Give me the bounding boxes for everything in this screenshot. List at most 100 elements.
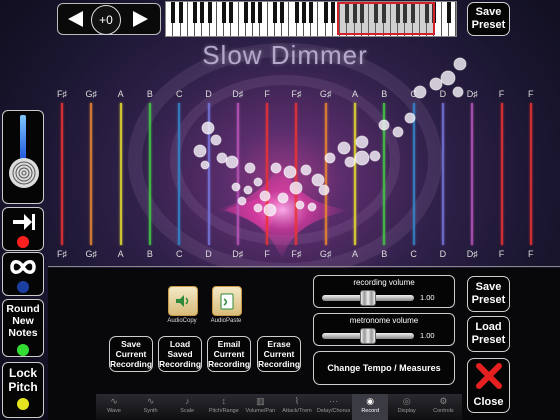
tab-volume-pan[interactable]: ▥ Volume/Pan <box>242 394 278 420</box>
note-bubble <box>237 196 247 206</box>
transpose-up-button[interactable] <box>130 8 152 30</box>
round-new-notes-label: Round New Notes <box>6 303 40 339</box>
note-bubble <box>200 160 210 170</box>
note-bubble <box>231 182 241 192</box>
black-key[interactable] <box>200 2 205 23</box>
black-key[interactable] <box>207 2 212 23</box>
forward-toggle[interactable] <box>2 207 44 251</box>
tab-icon: ⌇ <box>294 396 300 406</box>
email-current-recording-button[interactable]: Email Current Recording <box>207 336 251 372</box>
tab-label: Synth <box>143 408 158 414</box>
loop-toggle[interactable] <box>2 252 44 296</box>
note-bubble <box>392 126 404 138</box>
black-key[interactable] <box>330 2 335 23</box>
note-bubble <box>270 162 282 174</box>
note-bubble <box>216 152 228 164</box>
transpose-down-button[interactable] <box>64 8 86 30</box>
metronome-volume-value: 1.00 <box>420 331 435 340</box>
audiocopy-label: AudioCopy <box>167 318 197 324</box>
erase-current-recording-button[interactable]: Erase Current Recording <box>257 336 301 372</box>
tab-scale[interactable]: ♪ Scale <box>169 394 205 420</box>
black-key[interactable] <box>280 2 284 23</box>
change-tempo-button[interactable]: Change Tempo / Measures <box>313 351 455 385</box>
audiocopy-button[interactable] <box>168 286 198 316</box>
keyboard-range-selector[interactable] <box>165 1 457 37</box>
audio-copy-icon <box>176 295 189 307</box>
note-bubble <box>225 155 239 169</box>
tab-delay-chorus[interactable]: ⋯ Delay/Chorus <box>316 394 352 420</box>
bottom-tab-bar: ∿ Wave ∿ Synth ♪ Scale ↕ Pitch/Range ▥ Volume/Pan… <box>96 394 462 420</box>
note-bubble <box>429 77 443 91</box>
note-bubble <box>193 144 207 158</box>
note-bubble <box>243 185 253 195</box>
black-key[interactable] <box>229 2 234 23</box>
tab-attack-trem[interactable]: ⌇ Attack/Trem <box>279 394 315 420</box>
note-bubble <box>354 150 370 166</box>
tab-wave[interactable]: ∿ Wave <box>96 394 132 420</box>
tab-synth[interactable]: ∿ Synth <box>133 394 169 420</box>
note-bubble <box>318 184 330 196</box>
loop-indicator-dot <box>17 281 29 293</box>
note-bubble <box>210 134 222 146</box>
note-bubble <box>253 177 263 187</box>
audiopaste-button[interactable] <box>212 286 242 316</box>
keyboard-selected-range[interactable] <box>337 2 435 35</box>
preset-title: Slow Dimmer <box>202 40 368 70</box>
top-bar: +0 Save Preset <box>0 0 560 40</box>
black-key[interactable] <box>446 2 451 23</box>
right-arrow-icon <box>133 11 148 27</box>
black-key[interactable] <box>178 2 183 23</box>
lock-pitch-toggle[interactable]: Lock Pitch <box>2 362 44 418</box>
left-arrow-icon <box>68 11 83 27</box>
note-bubble <box>263 203 277 217</box>
tab-label: Record <box>361 408 380 414</box>
tab-pitch-range[interactable]: ↕ Pitch/Range <box>206 394 242 420</box>
black-key[interactable] <box>251 2 255 23</box>
note-bubble <box>337 141 351 155</box>
metronome-volume-label: metronome volume <box>349 316 419 325</box>
transpose-control: +0 <box>57 3 161 35</box>
close-button[interactable]: Close <box>467 358 510 413</box>
black-key[interactable] <box>258 2 263 23</box>
load-preset-button[interactable]: Load Preset <box>467 316 510 352</box>
tab-icon: ∿ <box>110 396 118 406</box>
black-key[interactable] <box>323 2 328 23</box>
tab-label: Display <box>397 408 416 414</box>
tab-label: Volume/Pan <box>245 408 276 414</box>
tab-label: Pitch/Range <box>208 408 239 414</box>
audiopaste-label: AudioPaste <box>210 318 242 324</box>
note-bubble <box>369 150 381 162</box>
forward-indicator-dot <box>17 236 29 248</box>
recording-volume-label: recording volume <box>353 278 415 287</box>
metronome-volume-control: metronome volume 1.00 <box>313 313 455 346</box>
black-key[interactable] <box>272 2 277 23</box>
recording-volume-slider[interactable] <box>360 290 376 306</box>
black-key[interactable] <box>243 2 248 23</box>
round-indicator-dot <box>17 344 29 356</box>
load-saved-recording-button[interactable]: Load Saved Recording <box>158 336 202 372</box>
black-key[interactable] <box>294 2 299 23</box>
tab-record[interactable]: ◉ Record <box>352 394 389 420</box>
tab-icon: ◉ <box>366 396 375 406</box>
round-new-notes-toggle[interactable]: Round New Notes <box>2 299 44 357</box>
save-current-recording-button[interactable]: Save Current Recording <box>109 336 153 372</box>
save-preset-button[interactable]: Save Preset <box>467 276 510 312</box>
black-key[interactable] <box>222 2 226 23</box>
tab-display[interactable]: ◎ Display <box>389 394 425 420</box>
lock-pitch-label: Lock Pitch <box>8 366 38 394</box>
tab-label: Delay/Chorus <box>316 408 351 414</box>
black-key[interactable] <box>309 2 313 23</box>
tab-label: Attack/Trem <box>282 408 312 414</box>
tab-controls[interactable]: ⚙ Controls <box>425 394 461 420</box>
tab-icon: ◎ <box>402 396 411 406</box>
transpose-value: +0 <box>91 5 121 35</box>
save-preset-top-button[interactable]: Save Preset <box>467 2 510 36</box>
volume-slider-panel[interactable] <box>2 110 44 204</box>
black-key[interactable] <box>301 2 306 23</box>
black-key[interactable] <box>171 2 176 23</box>
metronome-volume-slider[interactable] <box>360 328 376 344</box>
audio-paste-icon <box>220 293 234 310</box>
note-bubble <box>283 165 297 179</box>
black-key[interactable] <box>193 2 197 23</box>
lock-indicator-dot <box>17 398 29 410</box>
